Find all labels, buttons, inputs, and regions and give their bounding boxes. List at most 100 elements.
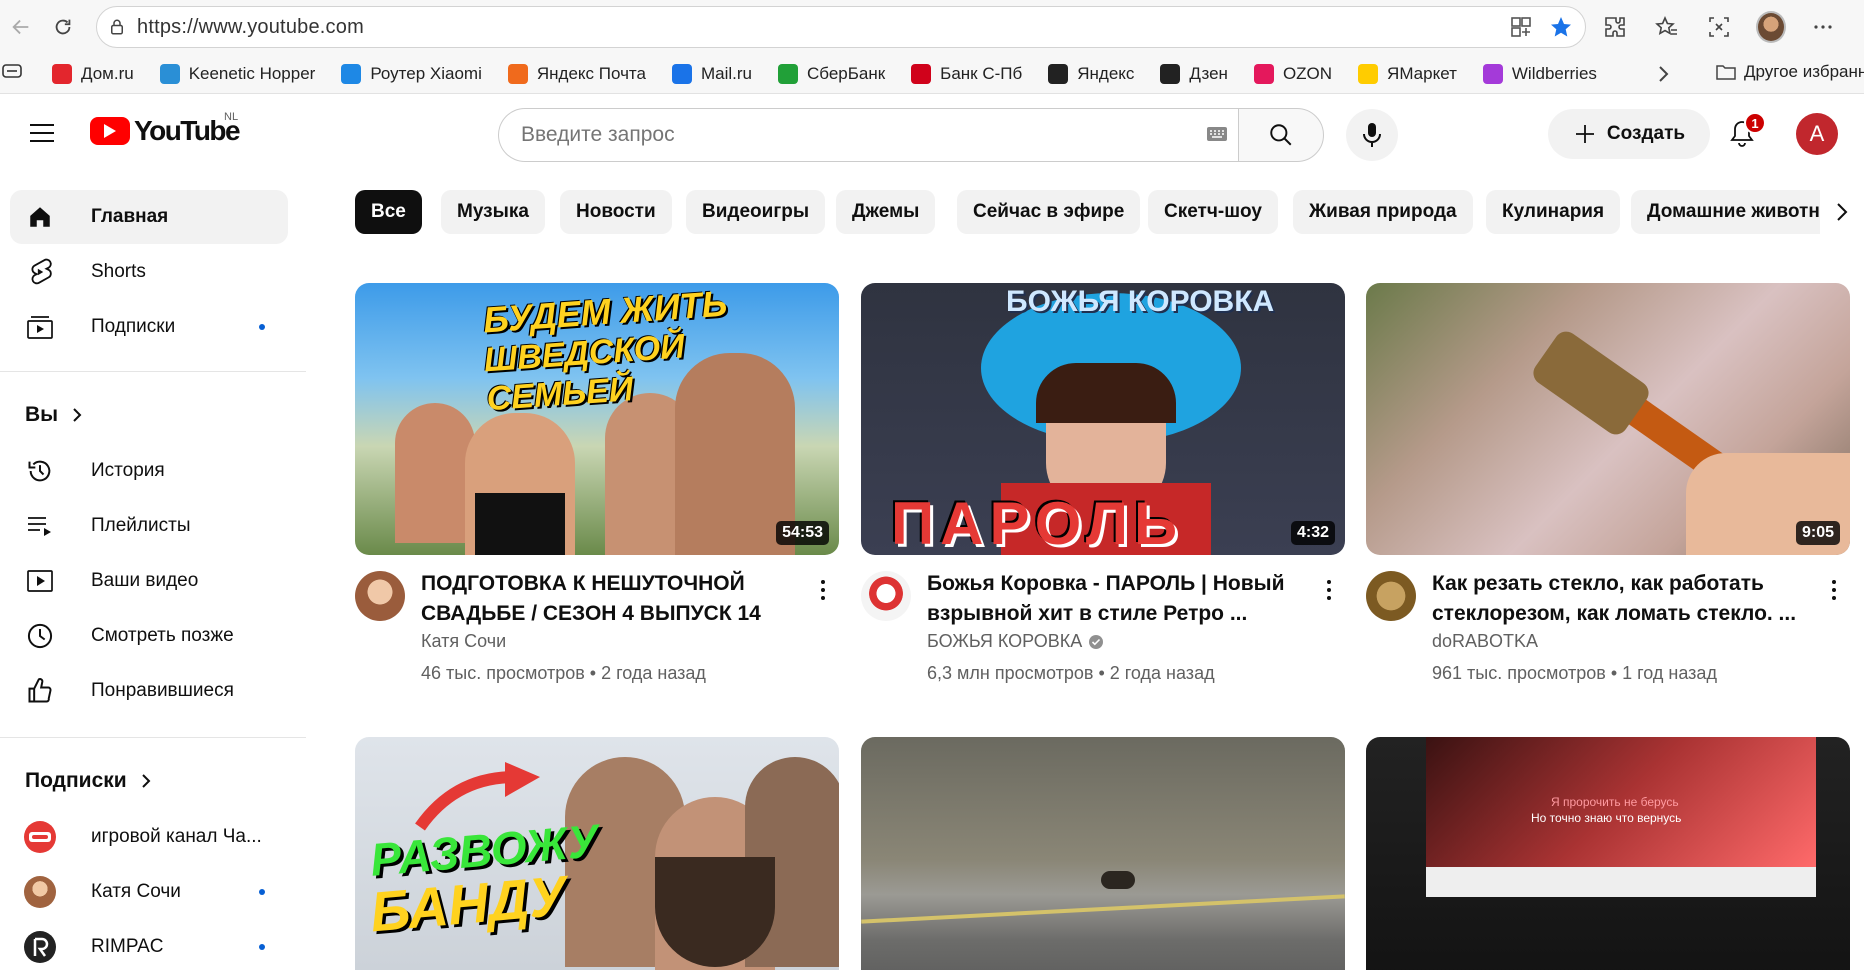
favorite-star-icon[interactable]: [1549, 15, 1573, 44]
other-bookmarks[interactable]: Другое избранное: [1716, 62, 1864, 82]
notifications-button[interactable]: 1: [1720, 111, 1766, 155]
channel-name[interactable]: Катя Сочи: [421, 631, 506, 652]
chip-sketch[interactable]: Скетч-шоу: [1148, 190, 1278, 234]
channel-name[interactable]: БОЖЬЯ КОРОВКА: [927, 631, 1104, 652]
playlists-icon: [26, 512, 54, 540]
view-count: 961 тыс. просмотров: [1432, 663, 1606, 683]
notification-badge: 1: [1744, 112, 1766, 134]
address-bar[interactable]: https://www.youtube.com: [96, 6, 1586, 48]
ozon-icon: [1253, 63, 1274, 84]
bookmark-item[interactable]: Яндекс: [1048, 63, 1134, 84]
menu-icon[interactable]: [24, 115, 60, 151]
search-button[interactable]: [1238, 108, 1324, 162]
sidebar-item-liked[interactable]: Понравившиеся: [10, 664, 288, 718]
bookmark-item[interactable]: Keenetic Hopper: [159, 63, 315, 84]
bookmark-item[interactable]: Wildberries: [1482, 63, 1597, 84]
you-section-title[interactable]: Вы: [25, 403, 82, 427]
your-videos-icon: [26, 567, 54, 595]
bookmark-item[interactable]: Роутер Xiaomi: [341, 63, 482, 84]
channel-avatar[interactable]: [861, 571, 911, 621]
channel-name-text[interactable]: doRABOTKA: [1432, 631, 1538, 652]
chip-cooking[interactable]: Кулинария: [1486, 190, 1621, 234]
subscription-channel[interactable]: Катя Сочи: [10, 865, 288, 919]
bookmark-item[interactable]: Mail.ru: [671, 63, 752, 84]
voice-search-button[interactable]: [1346, 109, 1398, 161]
chevron-right-icon: [141, 774, 151, 788]
chevron-right-icon: [1837, 203, 1848, 221]
video-card[interactable]: БОЖЬЯ КОРОВКА ПАРОЛЬ 4:32 Божья Коровка …: [861, 283, 1345, 685]
reload-icon[interactable]: [46, 10, 80, 44]
video-thumbnail[interactable]: РАЗВОЖУ БАНДУ: [355, 737, 839, 970]
extensions-icon[interactable]: [1600, 12, 1630, 42]
create-label: Создать: [1606, 123, 1686, 144]
video-card[interactable]: РАЗВОЖУ БАНДУ: [355, 737, 839, 970]
subscription-channel[interactable]: игровой канал Ча...: [10, 810, 288, 864]
channel-name-text[interactable]: БОЖЬЯ КОРОВКА: [927, 631, 1082, 652]
lock-icon[interactable]: [97, 18, 137, 36]
video-card[interactable]: [861, 737, 1345, 970]
bookmark-item[interactable]: ЯМаркет: [1358, 63, 1457, 84]
channel-avatar[interactable]: [355, 571, 405, 621]
new-content-dot: [259, 889, 265, 895]
bookmark-item[interactable]: OZON: [1253, 63, 1332, 84]
url-text[interactable]: https://www.youtube.com: [137, 16, 364, 39]
video-title[interactable]: Как резать стекло, как работать стеклоре…: [1432, 569, 1802, 629]
more-actions-icon[interactable]: [1824, 575, 1844, 605]
channel-name-text[interactable]: Катя Сочи: [421, 631, 506, 652]
chip-music[interactable]: Музыка: [441, 190, 545, 234]
video-thumbnail[interactable]: 9:05: [1366, 283, 1850, 555]
video-thumbnail[interactable]: Я пророчить не берусь Но точно знаю что …: [1366, 737, 1850, 970]
subscriptions-section-title[interactable]: Подписки: [25, 769, 151, 793]
sidebar-item-home[interactable]: Главная: [10, 190, 288, 244]
sidebar-item-subscriptions[interactable]: Подписки: [10, 300, 288, 354]
video-title[interactable]: ПОДГОТОВКА К НЕШУТОЧНОЙ СВАДЬБЕ / СЕЗОН …: [421, 569, 791, 629]
create-button[interactable]: Создать: [1548, 109, 1710, 159]
chip-video-games[interactable]: Видеоигры: [686, 190, 826, 234]
bookmark-item[interactable]: Дзен: [1160, 63, 1228, 84]
chip-news[interactable]: Новости: [560, 190, 672, 234]
bookmark-item[interactable]: Дом.ru: [52, 63, 134, 84]
back-icon[interactable]: [4, 10, 38, 44]
youtube-header: YouTube NL Создать 1 A: [0, 95, 1864, 175]
bookmark-item[interactable]: СберБанк: [778, 63, 885, 84]
favorites-icon[interactable]: [1652, 12, 1682, 42]
sidebar-item-watch-later[interactable]: Смотреть позже: [10, 609, 288, 663]
chip-live[interactable]: Сейчас в эфире: [957, 190, 1141, 234]
search-input[interactable]: [521, 123, 1161, 147]
chip-wildlife[interactable]: Живая природа: [1293, 190, 1473, 234]
bookmark-item[interactable]: Банк С-Пб: [911, 63, 1022, 84]
screenshot-icon[interactable]: [1704, 12, 1734, 42]
channel-avatar[interactable]: [1366, 571, 1416, 621]
bookmark-item[interactable]: Яндекс Почта: [507, 63, 646, 84]
other-bookmarks-label[interactable]: Другое избранное: [1744, 62, 1864, 82]
sidebar-item-playlists[interactable]: Плейлисты: [10, 499, 288, 553]
sidebar-item-history[interactable]: История: [10, 444, 288, 498]
video-title[interactable]: Божья Коровка - ПАРОЛЬ | Новый взрывной …: [927, 569, 1297, 629]
more-actions-icon[interactable]: [813, 575, 833, 605]
video-card[interactable]: БУДЕМ ЖИТЬ ШВЕДСКОЙ СЕМЬЕЙ 54:53 ПОДГОТО…: [355, 283, 839, 685]
chip-jams[interactable]: Джемы: [836, 190, 936, 234]
subscription-channel[interactable]: RIMPAC: [10, 920, 288, 970]
video-thumbnail[interactable]: БОЖЬЯ КОРОВКА ПАРОЛЬ 4:32: [861, 283, 1345, 555]
youtube-logo[interactable]: YouTube NL: [90, 111, 241, 147]
reading-view-icon[interactable]: [2, 64, 22, 83]
channel-name[interactable]: doRABOTKA: [1432, 631, 1538, 652]
more-actions-icon[interactable]: [1319, 575, 1339, 605]
chips-next-button[interactable]: [1820, 190, 1864, 234]
video-thumbnail[interactable]: [861, 737, 1345, 970]
account-avatar[interactable]: A: [1796, 113, 1838, 155]
chip-all[interactable]: Все: [355, 190, 422, 234]
profile-icon[interactable]: [1756, 11, 1786, 43]
bookmark-label: Mail.ru: [700, 63, 752, 83]
sidebar-item-your-videos[interactable]: Ваши видео: [10, 554, 288, 608]
app-available-icon[interactable]: [1509, 15, 1533, 44]
bookmarks-overflow-icon[interactable]: [1656, 64, 1672, 90]
chip-pets[interactable]: Домашние животн: [1631, 190, 1836, 234]
sidebar-item-shorts[interactable]: Shorts: [10, 245, 288, 299]
video-stats: 46 тыс. просмотров • 2 года назад: [421, 663, 706, 683]
video-card[interactable]: Я пророчить не берусь Но точно знаю что …: [1366, 737, 1850, 970]
more-menu-icon[interactable]: [1808, 12, 1838, 42]
video-card[interactable]: 9:05 Как резать стекло, как работать сте…: [1366, 283, 1850, 685]
keyboard-icon[interactable]: [1206, 126, 1228, 147]
video-thumbnail[interactable]: БУДЕМ ЖИТЬ ШВЕДСКОЙ СЕМЬЕЙ 54:53: [355, 283, 839, 555]
